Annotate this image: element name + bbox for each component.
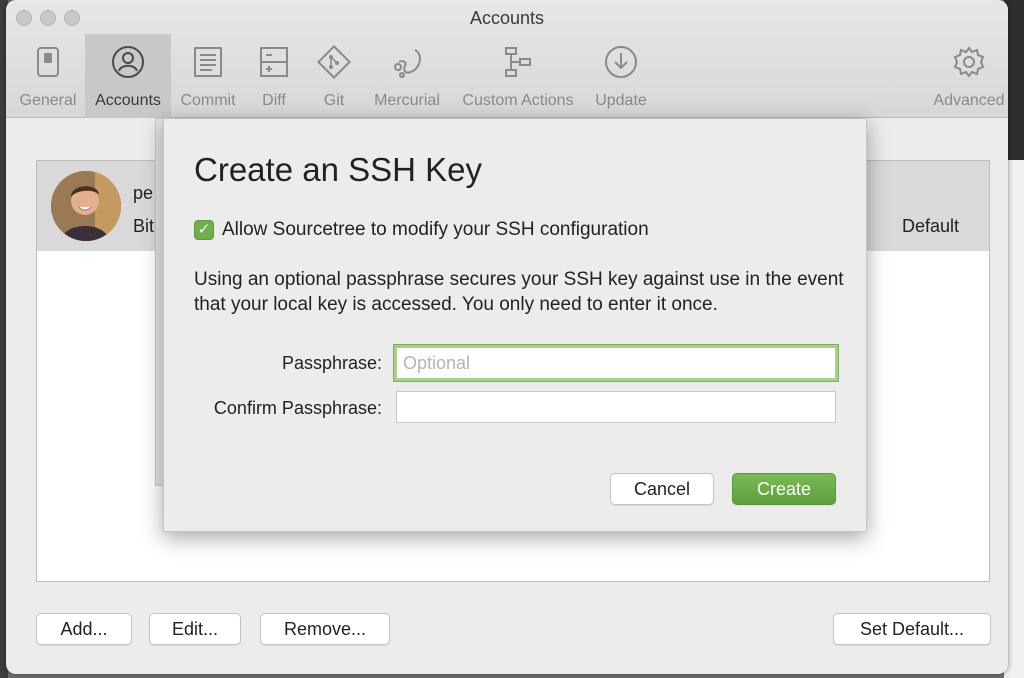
dialog-title: Create an SSH Key [194,151,482,188]
toolbar-general-label: General [19,92,77,109]
toolbar-mercurial-label: Mercurial [374,92,440,109]
allow-modify-ssh-checkbox[interactable]: ✓ [194,220,214,240]
toolbar-mercurial[interactable]: Mercurial [366,34,448,118]
allow-modify-ssh-label[interactable]: Allow Sourcetree to modify your SSH conf… [222,219,649,241]
diff-icon [260,47,288,77]
toolbar-update-label: Update [595,92,647,109]
edit-account-button[interactable]: Edit... [149,613,241,645]
download-circle-icon [605,46,637,78]
toolbar-advanced-label: Advanced [933,92,1005,109]
toolbar-custom-actions[interactable]: Custom Actions [452,34,584,118]
gear-icon [953,46,985,78]
add-account-button[interactable]: Add... [36,613,132,645]
checkmark-icon: ✓ [197,221,211,238]
toolbar-accounts[interactable]: Accounts [85,34,171,118]
create-button[interactable]: Create [732,473,836,505]
passphrase-input[interactable] [393,344,839,382]
toolbar-accounts-label: Accounts [95,92,161,109]
titlebar: Accounts General Accounts Commit Diff Gi… [6,0,1008,118]
cancel-button[interactable]: Cancel [610,473,714,505]
toolbar-diff[interactable]: Diff [246,34,302,118]
toolbar-commit[interactable]: Commit [172,34,244,118]
account-default-label: Default [901,216,959,236]
user-circle-icon [112,46,144,78]
toolbar-diff-label: Diff [262,92,286,109]
toolbar-advanced[interactable]: Advanced [926,34,1008,118]
confirm-passphrase-input[interactable] [396,391,836,423]
confirm-passphrase-label: Confirm Passphrase: [213,398,382,418]
window-title: Accounts [469,8,545,28]
toolbar-git[interactable]: Git [306,34,362,118]
switch-icon [37,47,59,77]
toolbar-git-label: Git [323,92,345,109]
set-default-button[interactable]: Set Default... [833,613,991,645]
passphrase-description: Using an optional passphrase secures you… [194,269,844,315]
toolbar-custom-actions-label: Custom Actions [462,92,574,109]
toolbar-general[interactable]: General [12,34,84,118]
account-name: pe [133,183,154,203]
account-host: Bit [133,216,155,236]
git-icon [317,45,351,79]
custom-actions-icon [505,47,531,77]
avatar [51,171,121,241]
create-ssh-key-dialog: Create an SSH Key ✓ Allow Sourcetree to … [163,118,867,532]
toolbar-commit-label: Commit [180,92,236,109]
document-lines-icon [194,47,222,77]
passphrase-label: Passphrase: [281,353,382,373]
toolbar-update[interactable]: Update [586,34,656,118]
mercurial-icon [394,49,421,78]
remove-account-button[interactable]: Remove... [260,613,390,645]
